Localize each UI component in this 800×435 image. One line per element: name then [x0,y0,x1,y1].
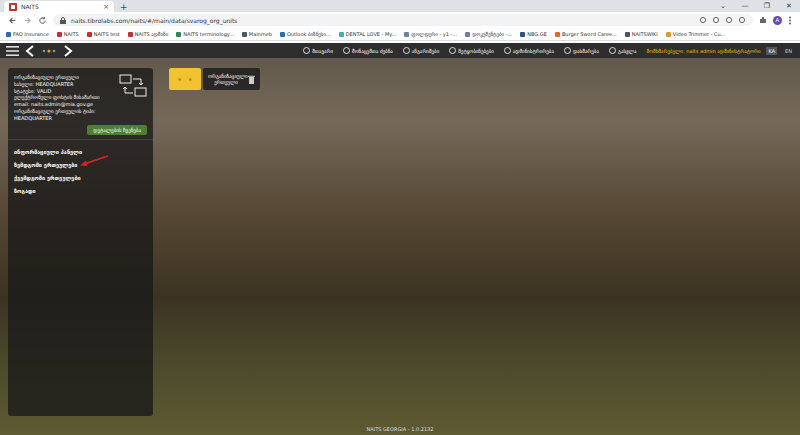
nav-item[interactable]: დახმარება [564,47,599,54]
url-field[interactable]: naits.tibrolabs.com/naits/#/main/data/sv… [53,14,753,26]
toolbar-action-icon[interactable] [725,16,733,24]
tab-close-button[interactable]: × [103,3,109,11]
bookmark-icon [339,32,344,37]
bookmark-icon [555,32,560,37]
nav-circle-icon [343,47,350,54]
forward-arrow-icon[interactable] [23,16,32,25]
bookmark[interactable]: Mainmeb [242,31,272,37]
sidebar-item[interactable]: ქვემდგომი ერთეულები [14,174,147,182]
nav-circle-icon [564,47,571,54]
window-control[interactable]: ⌄ [712,2,734,10]
sidebar: ორგანიზაციული ერთეულისახელი: HEADQUARTER… [8,68,153,416]
details-button[interactable]: დეტალების ჩვენება [87,125,147,135]
star: ★ [178,76,182,82]
menu-dots-icon[interactable] [788,16,792,25]
tab-title: NAITS [21,3,99,10]
history-dots-icon[interactable] [41,48,57,54]
red-arrow-icon [79,155,109,167]
user-label[interactable]: მომხმარებელი: naits admin ადმინისტრატორი [646,48,760,54]
window-control[interactable]: ❐ [756,2,778,10]
bookmark[interactable]: NAITSWIKI [625,31,658,37]
app-header: მთავარი მონაცემთა ძებნა ანგარიშები შეტყობინ… [0,43,800,58]
bookmark-icon [6,32,11,37]
bookmark[interactable]: DENTAL LOVE - My... [339,31,397,37]
bookmark-icon [280,32,285,37]
bookmark[interactable]: FAO Insurance [6,31,49,37]
nav-item[interactable]: მონაცემთა ძებნა [343,47,393,54]
forward-arrow-icon[interactable] [63,45,73,57]
bookmark-icon [242,32,247,37]
bookmark-icon [666,32,671,37]
window-control[interactable]: ✕ [778,2,800,10]
info-line: სტატუსი: VALID [14,88,116,95]
window-control[interactable]: — [734,2,756,10]
bookmark-icon [87,32,92,37]
star: ★ [188,76,192,82]
bookmark[interactable]: Outlook ბიზნესი... [280,31,331,37]
content-area: ★★ორგანიზაციული ერთეული [169,68,792,416]
nav-circle-icon [403,47,410,54]
bookmark[interactable]: Video Trimmer - Cu... [666,31,726,37]
org-unit-tile[interactable]: ორგანიზაციული ერთეული [203,68,260,90]
bookmark-icon [128,32,133,37]
bookmark-icon [465,32,470,37]
info-line: ორგანიზაციული ერთეულის ტიპი: HEADQUARTER [14,108,116,122]
bookmark-icon [520,32,525,37]
back-arrow-icon[interactable] [8,16,17,25]
toolbar-action-icon[interactable] [738,16,746,24]
trash-icon[interactable] [248,75,255,84]
extensions-icon[interactable] [759,16,767,24]
footer: NAITS GEORGIA - 1.0.2132 [0,424,800,435]
info-line: სახელი: HEADQUARTER [14,81,116,88]
nav-circle-icon [504,47,511,54]
toolbar-action-icon[interactable] [699,16,707,24]
org-info: ორგანიზაციული ერთეულისახელი: HEADQUARTER… [8,68,153,140]
bookmark[interactable]: NAITS test [87,31,120,37]
language-button[interactable]: KA [766,47,777,55]
bookmark[interactable]: NAITS [57,31,79,37]
bookmark[interactable]: დოკუმენტები -... [465,31,512,37]
nav-circle-icon [303,47,310,54]
bookmark-icon [176,32,181,37]
nav-circle-icon [449,47,456,54]
address-bar: naits.tibrolabs.com/naits/#/main/data/sv… [0,12,800,28]
hamburger-icon[interactable] [6,46,19,56]
lock-icon [60,17,66,24]
language-button[interactable]: EN [783,47,794,55]
bookmark-icon [625,32,630,37]
bookmark[interactable]: ფოლდერი - y1 -... [404,31,457,37]
favorites-button[interactable]: ★★ [169,68,201,90]
nav-item[interactable]: ადმინისტრირება [504,47,554,54]
profile-avatar[interactable]: A [773,16,782,25]
sidebar-item[interactable]: ზოგადი [14,187,147,195]
nav-item[interactable]: შეტყობინებები [449,47,494,54]
bookmark-icon [404,32,409,37]
exchange-computers-icon [119,74,147,98]
nav-item[interactable]: ანგარიშები [403,47,439,54]
bookmark-icon [57,32,62,37]
back-arrow-icon[interactable] [25,45,35,57]
browser-window: NAITS × + ⌄—❐✕ naits.tibrolabs.com/naits/#/m… [0,0,800,435]
nav-item[interactable]: გასვლა [609,47,636,54]
app-area: მთავარი მონაცემთა ძებნა ანგარიშები შეტყობინ… [0,43,800,435]
bookmark[interactable]: Burger Sword Caree... [555,31,617,37]
bookmark[interactable]: NAITS ადმინი [128,31,168,37]
bookmark[interactable]: NBG.GE [520,31,547,37]
info-line: email: naits.admin@mia.gov.ge [14,101,116,108]
reload-icon[interactable] [38,16,47,25]
toolbar-action-icon[interactable] [712,16,720,24]
sidebar-item[interactable]: ინფორმაციული პანელი [14,148,147,156]
sidebar-item[interactable]: ზემდგომი ერთეულები [14,161,147,169]
browser-tab[interactable]: NAITS × [4,1,114,12]
info-line: ელექტრონული ფოსტის მისამართი [14,94,116,101]
tab-bar: NAITS × + ⌄—❐✕ [0,0,800,12]
nav-item[interactable]: მთავარი [303,47,333,54]
bookmarks-bar: FAO Insurance NAITS NAITS test NAITS ადმინი… [0,28,800,41]
info-line: ორგანიზაციული ერთეული [14,74,116,81]
nav-circle-icon [609,47,616,54]
naits-logo-icon [9,3,17,11]
new-tab-button[interactable]: + [114,2,134,12]
bookmark[interactable]: NAITS terminology... [176,31,234,37]
